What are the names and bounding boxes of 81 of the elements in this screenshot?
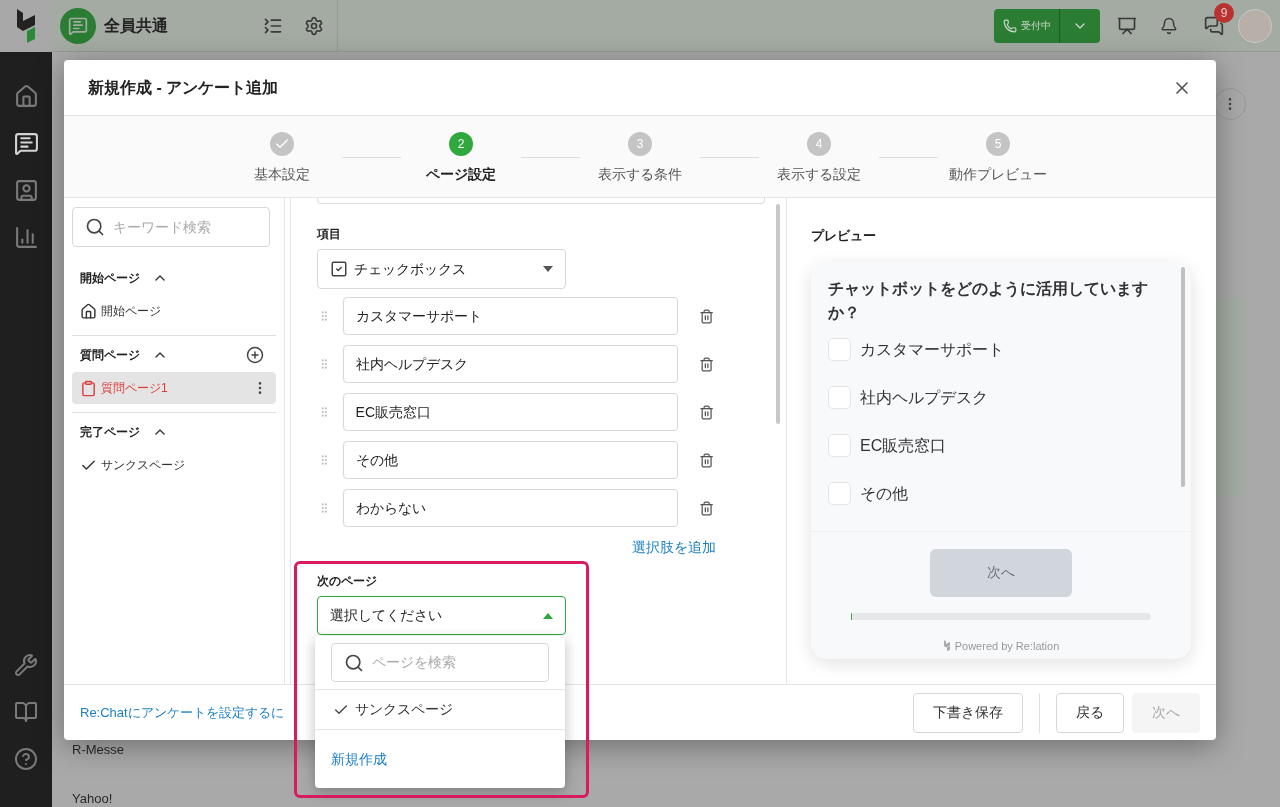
page-search-input[interactable]: ページを検索 [372,652,522,673]
step-label: 基本設定 [254,165,310,184]
caret-icon [543,612,553,619]
add-page-icon[interactable] [246,346,264,364]
section-heading: 開始ページ [80,270,140,287]
section-heading: 完了ページ [80,424,140,441]
choice-input[interactable]: EC販売窓口 [342,393,678,431]
preview-title: プレビュー [811,227,877,245]
house-icon [80,302,97,320]
add-choice-link[interactable]: 選択肢を追加 [632,537,716,558]
section-heading: 質問ページ [80,347,140,364]
book-icon[interactable] [14,700,38,724]
step-number: 5 [986,132,1010,156]
step-number: 4 [807,132,831,156]
contact-card-icon[interactable] [13,178,39,203]
status-dropdown-button[interactable] [1060,8,1100,43]
checkbox[interactable] [828,338,851,361]
option-label: その他 [860,483,908,504]
background-row-text: R-Messe [72,741,124,759]
settings-icon[interactable] [304,15,324,36]
phone-icon [1002,18,1017,33]
next-page-label: 次のページ [317,573,378,590]
page-search-field[interactable]: ページを検索 [331,643,549,682]
choice-input[interactable]: 社内ヘルプデスク [342,345,678,383]
footer-button[interactable]: 戻る [1056,692,1124,733]
choice-input[interactable]: その他 [342,441,678,479]
checkbox[interactable] [828,434,851,457]
item-type-select[interactable]: チェックボックス [317,249,566,289]
tools-icon[interactable] [14,653,38,677]
step-number: 2 [449,132,473,156]
trash-icon[interactable] [698,355,714,373]
trash-icon[interactable] [698,307,714,325]
app-logo[interactable] [0,0,52,52]
step-number: 3 [628,132,652,156]
status-button[interactable]: 受付中 [994,8,1060,43]
help-link[interactable]: Re:Chatにアンケートを設定するに [80,702,284,723]
keyword-search-field[interactable]: キーワード検索 [72,207,270,247]
option-label: 社内ヘルプデスク [860,387,988,408]
question-text: チャットボットをどのように活用していますか？ [828,278,1149,323]
step-label: 動作プレビュー [949,165,1047,184]
background-row-text: Yahoo! [72,789,114,807]
clipboard-icon [80,379,97,397]
next-page-select[interactable]: 選択してください [317,596,566,635]
bar-chart-icon[interactable] [13,225,39,250]
chat-icon[interactable] [1204,15,1224,36]
board-icon[interactable] [1117,15,1137,36]
modal-title: 新規作成 - アンケート追加 [88,77,279,98]
item-label: 項目 [317,226,342,243]
page-item[interactable]: サンクスページ [72,449,276,481]
dropdown-option[interactable]: サンクスページ [315,690,565,730]
step-label: 表示する条件 [598,165,682,184]
option-label: EC販売窓口 [860,435,947,456]
choice-input[interactable]: カスタマーサポート [342,297,678,335]
list-icon[interactable] [263,15,283,36]
search-icon [344,652,364,673]
logo-icon [942,640,951,652]
message-list-icon[interactable] [13,131,39,156]
keyword-search-input[interactable]: キーワード検索 [113,216,253,238]
trash-icon[interactable] [698,403,714,421]
search-icon [85,217,105,237]
logo-icon [15,9,37,43]
page-item[interactable]: 開始ページ [72,295,276,327]
footer-button[interactable]: 下書き保存 [913,692,1023,733]
choice-input[interactable]: わからない [342,489,678,527]
home-icon[interactable] [13,84,39,109]
create-new-link[interactable]: 新規作成 [331,748,387,770]
trash-icon[interactable] [698,499,714,517]
bell-icon[interactable] [1160,16,1178,35]
workspace-name: 全員共通 [104,15,168,36]
checkbox-icon [330,260,348,278]
workspace-icon[interactable] [60,7,96,44]
notification-badge: 9 [1214,2,1234,23]
checkbox[interactable] [828,386,851,409]
step-label: ページ設定 [426,165,496,184]
help-icon[interactable] [14,747,38,771]
checkbox[interactable] [828,482,851,505]
caret-icon [543,266,553,272]
step-label: 表示する設定 [777,165,861,184]
powered-by-text: Powered by Re:lation [954,638,1060,654]
trash-icon[interactable] [698,451,714,469]
option-label: カスタマーサポート [860,339,1004,360]
